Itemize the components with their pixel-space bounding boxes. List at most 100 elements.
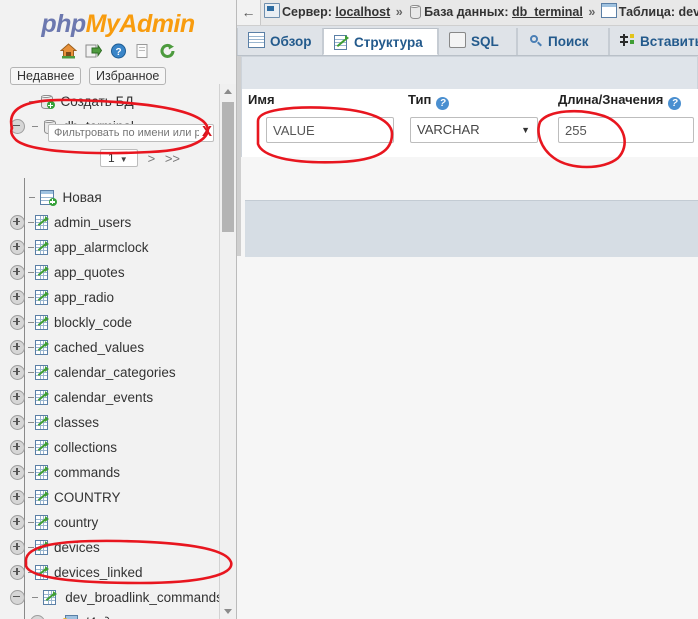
database-tree: Создать БД db_terminal Новая admin_users…	[0, 88, 236, 619]
sidebar-scrollbar[interactable]	[219, 84, 236, 619]
expand-icon[interactable]	[10, 289, 25, 305]
tab-structure-label: Структура	[354, 35, 423, 50]
tree-item-table[interactable]: app_quotes	[10, 259, 236, 284]
tree-item-table[interactable]: collections	[10, 434, 236, 459]
docs-icon[interactable]	[134, 43, 151, 59]
chevron-down-icon: ▼	[119, 155, 128, 164]
tree-item-table[interactable]: admin_users	[10, 209, 236, 234]
breadcrumb-table-value[interactable]: dev_	[679, 5, 698, 19]
expand-icon[interactable]	[10, 514, 25, 530]
scrollbar-thumb[interactable]	[222, 102, 234, 232]
tree-connector	[28, 471, 34, 473]
table-name-label: country	[54, 514, 99, 530]
clear-filter-icon[interactable]: X	[202, 123, 212, 141]
tab-search[interactable]: Поиск	[517, 28, 609, 55]
create-db-label: Создать БД	[60, 93, 134, 109]
table-filter-input[interactable]	[48, 124, 214, 142]
tree-item-table[interactable]: commands	[10, 459, 236, 484]
expand-icon[interactable]	[10, 364, 25, 380]
tree-item-table[interactable]: country	[10, 509, 236, 534]
next-page-button[interactable]: >	[148, 151, 156, 166]
expand-icon[interactable]	[10, 239, 25, 255]
scroll-down-icon[interactable]	[220, 604, 236, 619]
tree-item-table[interactable]: devices_linked	[10, 559, 236, 584]
column-header-length: Длина/Значения?	[558, 92, 682, 110]
collapse-icon[interactable]	[10, 118, 25, 134]
expand-icon[interactable]	[10, 489, 25, 505]
tab-browse[interactable]: Обзор	[237, 28, 323, 55]
page-number: 1	[108, 151, 115, 165]
breadcrumb-db-value[interactable]: db_terminal	[512, 5, 583, 19]
column-name-input[interactable]	[266, 117, 394, 143]
collapse-icon[interactable]	[10, 589, 25, 605]
expand-icon[interactable]	[10, 314, 25, 330]
breadcrumb-server-value[interactable]: localhost	[335, 5, 390, 19]
expand-icon[interactable]	[10, 414, 25, 430]
expand-icon[interactable]	[10, 464, 25, 480]
scroll-up-icon[interactable]	[220, 84, 236, 99]
back-button[interactable]: ←	[237, 0, 261, 25]
tree-item-dev-broadlink-commands[interactable]: dev_broadlink_commands	[10, 584, 236, 609]
logout-icon[interactable]	[85, 43, 102, 59]
favorites-button[interactable]: Избранное	[89, 67, 167, 85]
expand-icon[interactable]	[10, 564, 25, 580]
tree-item-table[interactable]: devices	[10, 534, 236, 559]
tree-connector	[28, 546, 34, 548]
tab-structure[interactable]: Структура	[323, 28, 438, 55]
tree-item-table[interactable]: app_alarmclock	[10, 234, 236, 259]
help-icon[interactable]: ?	[436, 97, 450, 110]
tree-item-table[interactable]: blockly_code	[10, 309, 236, 334]
recent-button[interactable]: Недавнее	[10, 67, 82, 85]
expand-icon[interactable]	[10, 389, 25, 405]
tab-sql[interactable]: SQL	[438, 28, 517, 55]
index-icon	[61, 615, 78, 619]
phpmyadmin-logo[interactable]: phpMyAdmin	[0, 0, 236, 41]
indexes-label: Индексы	[85, 610, 140, 619]
breadcrumb-db-label: База данных:	[424, 5, 509, 19]
column-header-name: Имя	[248, 92, 275, 107]
tree-connector	[28, 221, 34, 223]
tree-item-table[interactable]: calendar_categories	[10, 359, 236, 384]
expand-icon[interactable]	[10, 214, 25, 230]
tab-sql-label: SQL	[471, 34, 499, 49]
reload-icon[interactable]	[159, 43, 176, 59]
expand-icon[interactable]	[10, 439, 25, 455]
phpmyadmin-window: phpMyAdmin ? Недавнее Избранное Создать …	[0, 0, 698, 619]
form-header-band	[241, 56, 698, 90]
navigation-sidebar: phpMyAdmin ? Недавнее Избранное Создать …	[0, 0, 237, 619]
tree-item-table[interactable]: cached_values	[10, 334, 236, 359]
database-icon	[408, 5, 422, 19]
tree-connector	[28, 271, 34, 273]
main-panel: ← Сервер: localhost » База данных: db_te…	[237, 0, 698, 619]
column-type-select[interactable]: VARCHAR ▼	[410, 117, 538, 143]
tab-search-label: Поиск	[548, 34, 589, 49]
help-icon[interactable]: ?	[110, 43, 127, 59]
collapse-icon[interactable]	[30, 614, 45, 619]
expand-icon[interactable]	[10, 339, 25, 355]
table-name-label: app_radio	[54, 289, 115, 305]
page-select[interactable]: 1 ▼	[100, 149, 138, 167]
tree-item-new-table[interactable]: Новая	[10, 184, 236, 209]
breadcrumb-separator: »	[588, 5, 596, 19]
breadcrumb: Сервер: localhost » База данных: db_term…	[264, 0, 698, 25]
tree-item-table[interactable]: app_radio	[10, 284, 236, 309]
expand-icon[interactable]	[10, 264, 25, 280]
column-length-input[interactable]	[558, 117, 694, 143]
column-header-type: Тип?	[408, 92, 450, 110]
tab-insert[interactable]: Вставить	[609, 28, 698, 55]
tree-connector	[29, 100, 35, 102]
last-page-button[interactable]: >>	[165, 151, 180, 166]
tree-item-table[interactable]: calendar_events	[10, 384, 236, 409]
tree-item-table[interactable]: classes	[10, 409, 236, 434]
tree-item-indexes[interactable]: Индексы	[10, 609, 236, 619]
sidebar-icon-bar: ?	[0, 41, 236, 65]
table-icon	[35, 440, 50, 456]
help-icon[interactable]: ?	[668, 97, 682, 110]
tree-item-create-db[interactable]: Создать БД	[10, 88, 236, 113]
home-icon[interactable]	[59, 43, 78, 59]
expand-icon[interactable]	[10, 539, 25, 555]
tree-connector	[29, 196, 35, 198]
tree-item-table[interactable]: COUNTRY	[10, 484, 236, 509]
table-filter-wrapper: X	[48, 123, 214, 142]
tree-connector	[28, 421, 34, 423]
